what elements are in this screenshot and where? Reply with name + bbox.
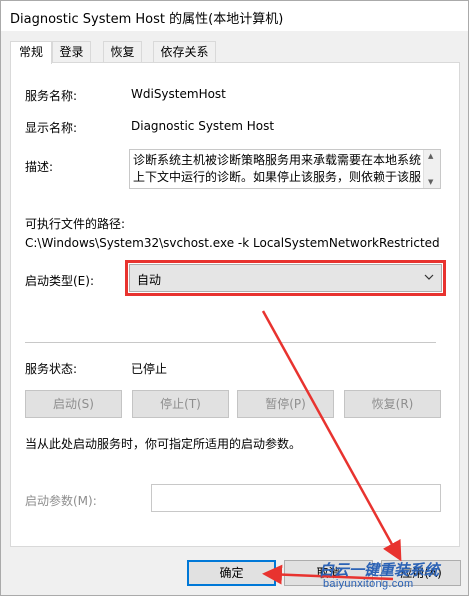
hint-text: 当从此处启动服务时，你可指定所适用的启动参数。 [25,437,302,451]
tab-logon[interactable]: 登录 [52,41,91,63]
title-bar: Diagnostic System Host 的属性(本地计算机) [1,1,468,31]
service-name-value: WdiSystemHost [131,87,226,101]
scroll-down-icon[interactable]: ▼ [428,178,433,186]
exe-path-label: 可执行文件的路径: [25,217,126,231]
display-name-label: 显示名称: [25,121,78,135]
scroll-up-icon[interactable]: ▲ [428,152,433,160]
window-title: Diagnostic System Host 的属性(本地计算机) [10,12,284,27]
service-name-label: 服务名称: [25,89,78,103]
general-panel: 服务名称: WdiSystemHost 显示名称: Diagnostic Sys… [10,62,460,547]
display-name-value: Diagnostic System Host [131,119,275,133]
tab-dependencies[interactable]: 依存关系 [153,41,216,63]
chevron-down-icon [424,274,434,280]
description-scrollbar[interactable]: ▲ ▼ [423,150,440,188]
startup-type-label: 启动类型(E): [25,274,94,288]
description-box[interactable]: 诊断系统主机被诊断策略服务用来承载需要在本地系统上下文中运行的诊断。如果停止该服… [129,149,441,189]
apply-button[interactable]: 应用(A) [381,560,461,586]
ok-button[interactable]: 确定 [187,560,276,586]
pause-button[interactable]: 暂停(P) [237,390,334,418]
tab-recovery[interactable]: 恢复 [103,41,142,63]
description-label: 描述: [25,160,54,174]
start-params-input[interactable] [151,484,441,512]
description-text: 诊断系统主机被诊断策略服务用来承载需要在本地系统上下文中运行的诊断。如果停止该服… [133,153,421,184]
resume-button[interactable]: 恢复(R) [344,390,441,418]
start-params-label: 启动参数(M): [25,494,97,508]
exe-path-value: C:\Windows\System32\svchost.exe -k Local… [25,236,440,250]
properties-dialog: Diagnostic System Host 的属性(本地计算机) 常规 登录 … [0,0,469,596]
service-status-label: 服务状态: [25,362,78,376]
divider [25,342,436,343]
startup-type-select[interactable]: 自动 [129,264,442,292]
stop-button[interactable]: 停止(T) [132,390,229,418]
tab-general[interactable]: 常规 [10,41,52,64]
startup-type-value: 自动 [137,273,162,287]
start-button[interactable]: 启动(S) [25,390,122,418]
cancel-button[interactable]: 取消 [284,560,373,586]
service-status-value: 已停止 [131,362,168,376]
